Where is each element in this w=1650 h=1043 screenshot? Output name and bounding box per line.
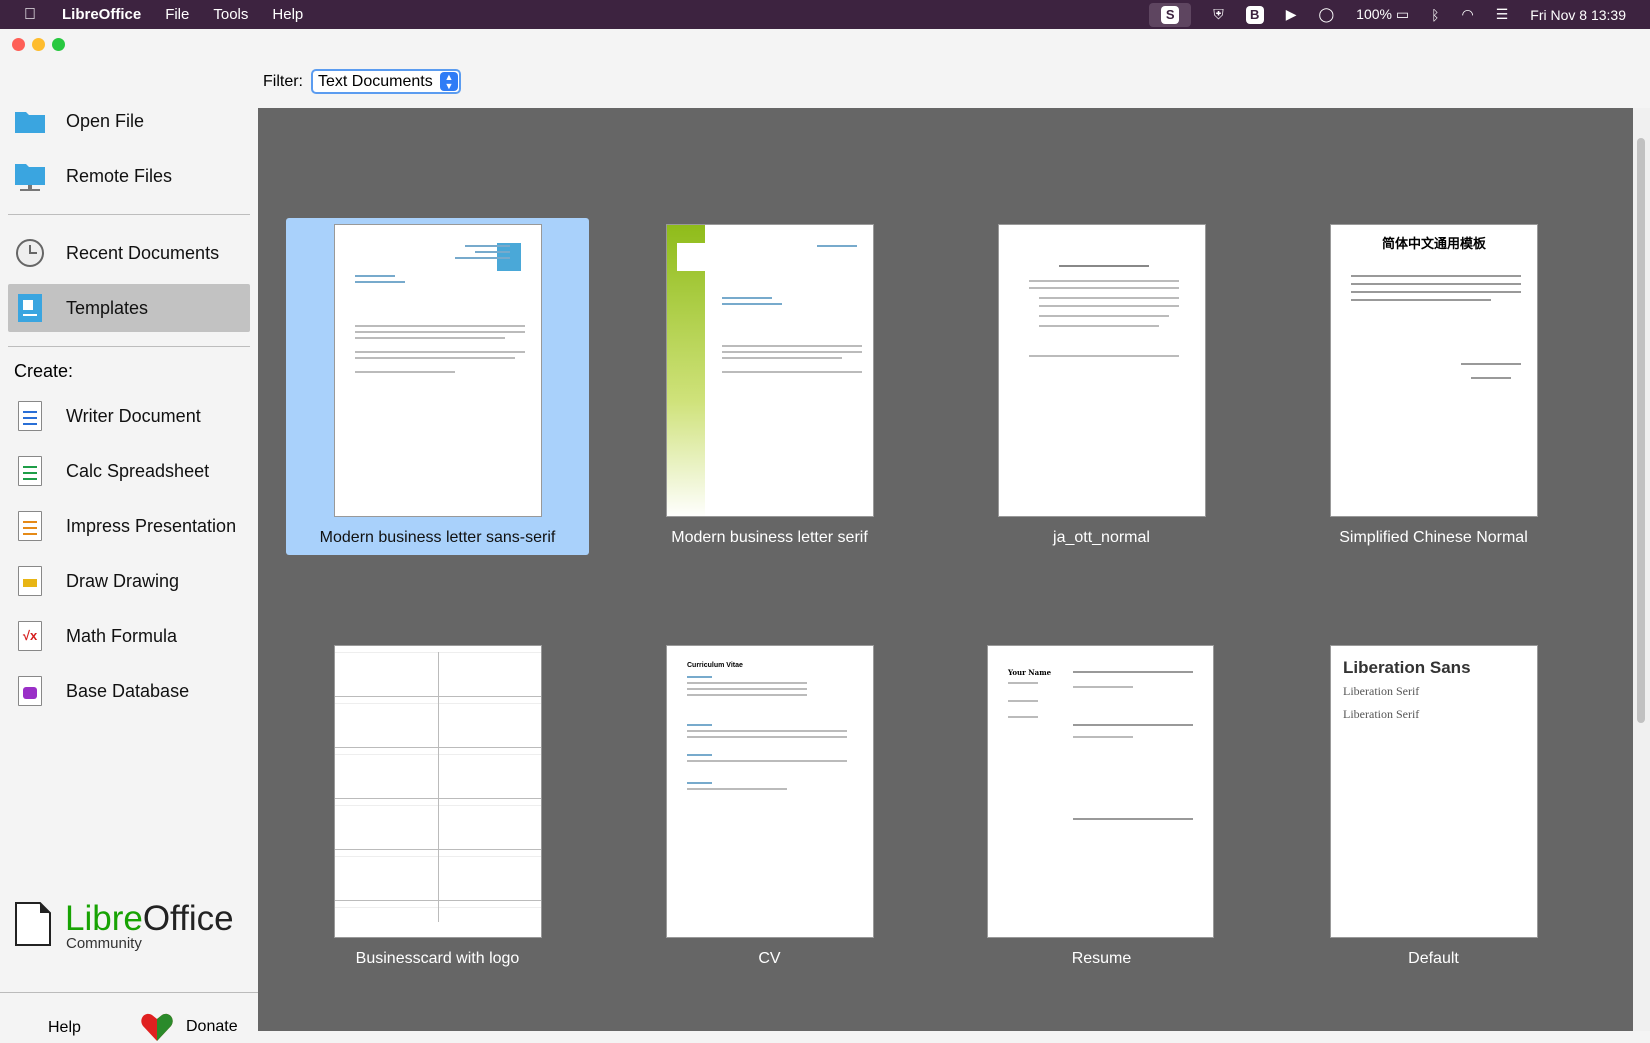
play-icon[interactable]: ▶︎ [1286, 6, 1297, 23]
remote-files-button[interactable]: Remote Files [8, 152, 250, 200]
template-name: CV [758, 950, 781, 967]
datetime[interactable]: Fri Nov 8 13:39 [1530, 7, 1626, 23]
updown-chevron-icon: ▲ ▼ [440, 72, 458, 91]
template-tile[interactable]: Liberation Sans Liberation Serif Liberat… [1282, 639, 1585, 976]
template-name: Modern business letter sans-serif [319, 529, 556, 546]
template-tile[interactable]: Curriculum Vitae CV [618, 639, 921, 976]
template-title: Curriculum Vitae [687, 662, 743, 669]
vertical-scrollbar[interactable] [1633, 108, 1650, 1031]
template-thumbnail: Liberation Sans Liberation Serif Liberat… [1330, 645, 1538, 938]
open-file-label: Open File [66, 110, 145, 131]
scrollbar-thumb[interactable] [1637, 138, 1645, 723]
sample-sans: Liberation Sans [1343, 658, 1471, 677]
recent-label: Recent Documents [66, 242, 220, 263]
remote-folder-icon [14, 160, 46, 192]
sample-serif-1: Liberation Serif [1343, 684, 1420, 698]
open-file-button[interactable]: Open File [8, 97, 250, 145]
zoom-button[interactable] [52, 38, 65, 51]
battery-icon[interactable]: ▭ [1396, 6, 1409, 22]
base-icon [14, 675, 46, 707]
remote-files-label: Remote Files [66, 165, 173, 186]
donate-label: Donate [186, 1018, 238, 1035]
calc-icon [14, 455, 46, 487]
impress-label: Impress Presentation [66, 515, 237, 536]
logo-office: Office [142, 899, 234, 938]
start-center-window: Open File Remote Files Recent Documents … [0, 29, 1650, 1041]
menu-tools[interactable]: Tools [213, 6, 248, 23]
template-tile[interactable]: 简体中文通用模板 Simplified Chinese Normal [1282, 218, 1585, 555]
calc-label: Calc Spreadsheet [66, 460, 210, 481]
create-math-button[interactable]: √x Math Formula [8, 612, 250, 660]
base-label: Base Database [66, 680, 190, 701]
create-label: Create: [14, 361, 74, 381]
template-thumbnail: Your Name [987, 645, 1214, 938]
logo-community: Community [66, 935, 142, 952]
template-name: Resume [1071, 950, 1132, 967]
templates-icon [14, 292, 46, 324]
b-icon[interactable]: B [1245, 5, 1264, 24]
template-thumbnail: Curriculum Vitae [666, 645, 874, 938]
create-impress-button[interactable]: Impress Presentation [8, 502, 250, 550]
clock-icon [14, 237, 46, 269]
templates-grid: Modern business letter sans-serif Modern… [258, 108, 1633, 1031]
wifi-icon[interactable]: ◠ [1462, 6, 1474, 23]
control-center-icon[interactable]: ☰ [1496, 6, 1509, 23]
bluetooth-icon[interactable]: ᛒ [1431, 7, 1439, 23]
circle-icon[interactable]: ◯ [1318, 6, 1334, 23]
template-title: 简体中文通用模板 [1381, 237, 1486, 252]
template-title: Your Name [1008, 668, 1052, 677]
draw-icon [14, 565, 46, 597]
help-button[interactable]: Help [48, 1019, 81, 1037]
s-icon[interactable]: S [1149, 2, 1192, 27]
templates-button[interactable]: Templates [8, 284, 250, 332]
libreoffice-logo: LibreOffice Community [14, 901, 234, 951]
close-button[interactable] [12, 38, 25, 51]
writer-label: Writer Document [66, 405, 201, 426]
filter-label: Filter: [263, 72, 303, 90]
template-thumbnail [334, 224, 542, 517]
create-base-button[interactable]: Base Database [8, 667, 250, 715]
template-name: ja_ott_normal [1053, 529, 1150, 546]
folder-icon [14, 105, 46, 137]
writer-icon [14, 400, 46, 432]
template-name: Modern business letter serif [671, 529, 868, 546]
menu-help[interactable]: Help [272, 6, 303, 23]
template-thumbnail [998, 224, 1206, 517]
shield-icon[interactable]: ⛨ [1213, 6, 1224, 23]
template-thumbnail [334, 645, 542, 938]
draw-label: Draw Drawing [66, 570, 180, 591]
logo-libre: Libre [65, 899, 143, 938]
template-thumbnail: 简体中文通用模板 [1330, 224, 1538, 517]
template-tile[interactable]: Modern business letter sans-serif [286, 218, 589, 555]
filter-bar: Filter: Text Documents ▲ ▼ [263, 69, 461, 94]
donate-button[interactable]: Donate [140, 1011, 238, 1043]
sidebar: Open File Remote Files Recent Documents … [0, 59, 258, 1031]
filter-select[interactable]: Text Documents [311, 69, 461, 94]
templates-label: Templates [66, 297, 149, 318]
template-name: Businesscard with logo [355, 950, 520, 967]
menu-file[interactable]: File [165, 6, 189, 23]
template-name: Default [1408, 950, 1459, 967]
libreoffice-doc-icon [15, 902, 51, 946]
template-name: Simplified Chinese Normal [1339, 529, 1528, 546]
sample-serif-2: Liberation Serif [1343, 707, 1420, 721]
recent-documents-button[interactable]: Recent Documents [8, 229, 250, 277]
template-tile[interactable]: Modern business letter serif [618, 218, 921, 555]
battery-percent: 100% [1356, 6, 1392, 22]
template-thumbnail [666, 224, 874, 517]
create-draw-button[interactable]: Draw Drawing [8, 557, 250, 605]
apple-icon[interactable]:  [24, 6, 36, 24]
template-tile[interactable]: Your Name Resume [950, 639, 1253, 976]
create-writer-button[interactable]: Writer Document [8, 392, 250, 440]
menu-app[interactable]: LibreOffice [62, 6, 141, 23]
minimize-button[interactable] [32, 38, 45, 51]
donate-heart-icon [141, 1013, 173, 1041]
math-label: Math Formula [66, 625, 178, 646]
create-calc-button[interactable]: Calc Spreadsheet [8, 447, 250, 495]
template-tile[interactable]: ja_ott_normal [950, 218, 1253, 555]
math-icon: √x [14, 620, 46, 652]
impress-icon [14, 510, 46, 542]
menu-bar:  LibreOffice File Tools Help S ⛨ B ▶︎ ◯… [0, 0, 1650, 29]
template-tile[interactable]: Businesscard with logo [286, 639, 589, 976]
